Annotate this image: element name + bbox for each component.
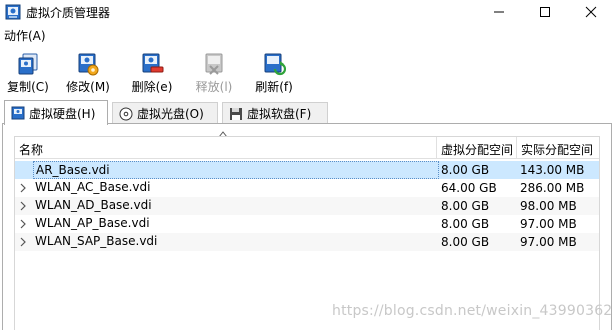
watermark: https://blog.csdn.net/weixin_43990362 [332,303,613,319]
release-label: 释放(l) [195,80,233,94]
row-name: AR_Base.vdi [33,161,439,179]
tab-hard-disks[interactable]: 虚拟硬盘(H) [4,100,108,125]
tab-optical-discs-label: 虚拟光盘(O) [137,107,204,121]
refresh-label: 刷新(f) [255,80,293,94]
copy-button[interactable]: 复制(C) [2,50,54,96]
table-row[interactable]: WLAN_AP_Base.vdi 8.00 GB 97.00 MB [15,215,599,233]
modify-button[interactable]: 修改(M) [62,50,114,96]
hard-disk-icon [11,106,25,120]
table-row[interactable]: WLAN_SAP_Base.vdi 8.00 GB 97.00 MB [15,233,599,251]
tab-floppy-disks[interactable]: 虚拟软盘(F) [222,102,328,124]
column-separator[interactable] [516,137,517,159]
row-name: WLAN_AD_Base.vdi [35,198,152,212]
tab-optical-discs[interactable]: 虚拟光盘(O) [112,102,218,124]
copy-label: 复制(C) [7,80,49,94]
row-actual-size: 97.00 MB [520,217,577,231]
column-separator[interactable] [436,137,437,159]
row-actual-size: 286.00 MB [520,181,585,195]
media-table[interactable]: 名称 虚拟分配空间 实际分配空间 AR_Base.vdi 8.00 GB 143… [14,136,600,330]
refresh-icon [264,53,286,76]
row-virtual-size: 8.00 GB [441,199,490,213]
minimize-button[interactable] [476,0,522,24]
minimize-icon [494,11,504,13]
delete-button[interactable]: 删除(e) [126,50,178,96]
app-icon [4,3,22,21]
expand-arrow-icon[interactable] [19,183,27,193]
row-actual-size: 97.00 MB [520,235,577,249]
menu-actions[interactable]: 动作(A) [2,27,48,44]
row-virtual-size: 8.00 GB [441,217,490,231]
maximize-button[interactable] [522,0,568,24]
table-row[interactable]: WLAN_AC_Base.vdi 64.00 GB 286.00 MB [15,179,599,197]
tab-floppy-disks-label: 虚拟软盘(F) [247,107,312,121]
menu-bar: 动作(A) [0,24,614,44]
row-name: WLAN_SAP_Base.vdi [35,234,158,248]
release-button[interactable]: 释放(l) [188,50,240,96]
refresh-button[interactable]: 刷新(f) [248,50,300,96]
table-row[interactable]: AR_Base.vdi 8.00 GB 143.00 MB [15,161,599,179]
row-name: WLAN_AP_Base.vdi [35,216,150,230]
toolbar: 复制(C) 修改(M) 删除(e) 释放(l) 刷新(f) [0,50,614,98]
delete-label: 删除(e) [131,80,173,94]
copy-disk-icon [18,53,38,75]
close-button[interactable] [568,0,614,24]
row-name: WLAN_AC_Base.vdi [35,180,151,194]
modify-disk-icon [78,53,99,76]
modify-label: 修改(M) [66,80,110,94]
row-actual-size: 143.00 MB [520,163,585,177]
expand-arrow-icon[interactable] [19,237,27,247]
expand-arrow-icon[interactable] [19,219,27,229]
tab-bar: 虚拟硬盘(H) 虚拟光盘(O) 虚拟软盘(F) [0,100,614,125]
floppy-disk-icon [229,107,243,121]
column-header-name[interactable]: 名称 [19,141,43,158]
maximize-icon [540,7,550,17]
window-title: 虚拟介质管理器 [26,6,111,20]
table-row[interactable]: WLAN_AD_Base.vdi 8.00 GB 98.00 MB [15,197,599,215]
row-actual-size: 98.00 MB [520,199,577,213]
optical-disc-icon [119,107,133,121]
row-virtual-size: 64.00 GB [441,181,497,195]
close-icon [585,6,597,18]
tab-hard-disks-label: 虚拟硬盘(H) [29,106,96,121]
column-header-actual-size[interactable]: 实际分配空间 [521,141,593,158]
expand-arrow-icon[interactable] [19,201,27,211]
column-header-virtual-size[interactable]: 虚拟分配空间 [441,141,513,158]
row-virtual-size: 8.00 GB [441,163,490,177]
row-virtual-size: 8.00 GB [441,235,490,249]
release-disk-icon [205,53,223,75]
title-bar: 虚拟介质管理器 [0,0,614,24]
table-header: 名称 虚拟分配空间 实际分配空间 [15,137,599,159]
delete-disk-icon [142,53,164,73]
